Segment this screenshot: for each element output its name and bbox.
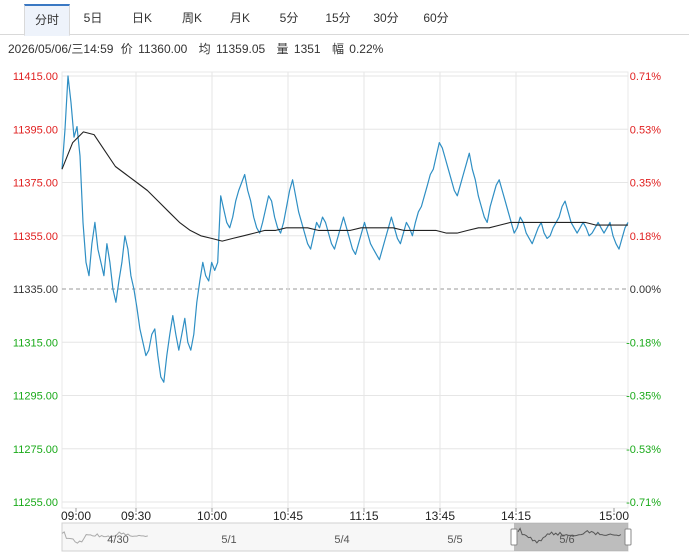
x-tick-label: 10:45 (273, 509, 303, 523)
intraday-chart[interactable]: 11415.00 0.71% 11395.00 0.53% 11375.00 0.35% 1… (0, 0, 689, 553)
y-tick-label-left: 11335.00 (13, 284, 58, 296)
navigator-handle (624, 528, 632, 546)
y-tick-label-left: 11295.00 (13, 391, 58, 403)
y-tick-label-left: 11395.00 (13, 124, 58, 136)
navigator-handle (510, 528, 518, 546)
y-tick-label-left: 11275.00 (13, 444, 58, 456)
y-tick-label-right: 0.53% (630, 124, 661, 136)
y-tick-label-left: 11255.00 (13, 497, 58, 509)
x-tick-label: 15:00 (599, 509, 629, 523)
navigator-date-label: 5/4 (334, 534, 349, 546)
x-tick-label: 10:00 (197, 509, 227, 523)
y-tick-label-right: 0.71% (630, 71, 661, 83)
y-tick-label-right: -0.18% (626, 337, 661, 349)
y-tick-label-left: 11315.00 (13, 337, 58, 349)
y-tick-label-right: 0.00% (630, 284, 661, 296)
y-tick-label-left: 11415.00 (13, 71, 58, 83)
y-tick-label-right: -0.53% (626, 444, 661, 456)
x-tick-label: 11:15 (349, 509, 378, 523)
average-price-line (61, 131, 628, 242)
navigator-date-label: 5/6 (559, 534, 574, 546)
y-tick-label-right: -0.71% (626, 497, 661, 509)
x-tick-label: 14:15 (501, 509, 531, 523)
navigator-date-label: 5/5 (447, 534, 462, 546)
y-tick-label-left: 11355.00 (13, 231, 58, 243)
navigator-date-label: 5/1 (221, 534, 236, 546)
plot-frame (61, 71, 629, 509)
x-tick-label: 09:00 (61, 509, 91, 523)
navigator-date-label: 4/30 (107, 534, 128, 546)
y-tick-label-left: 11375.00 (13, 178, 58, 190)
y-tick-label-right: 0.35% (630, 178, 661, 190)
x-tick-label: 13:45 (425, 509, 455, 523)
price-line (61, 75, 629, 383)
x-tick-label: 09:30 (121, 509, 151, 523)
y-tick-label-right: -0.35% (626, 391, 661, 403)
y-tick-label-right: 0.18% (630, 231, 661, 243)
